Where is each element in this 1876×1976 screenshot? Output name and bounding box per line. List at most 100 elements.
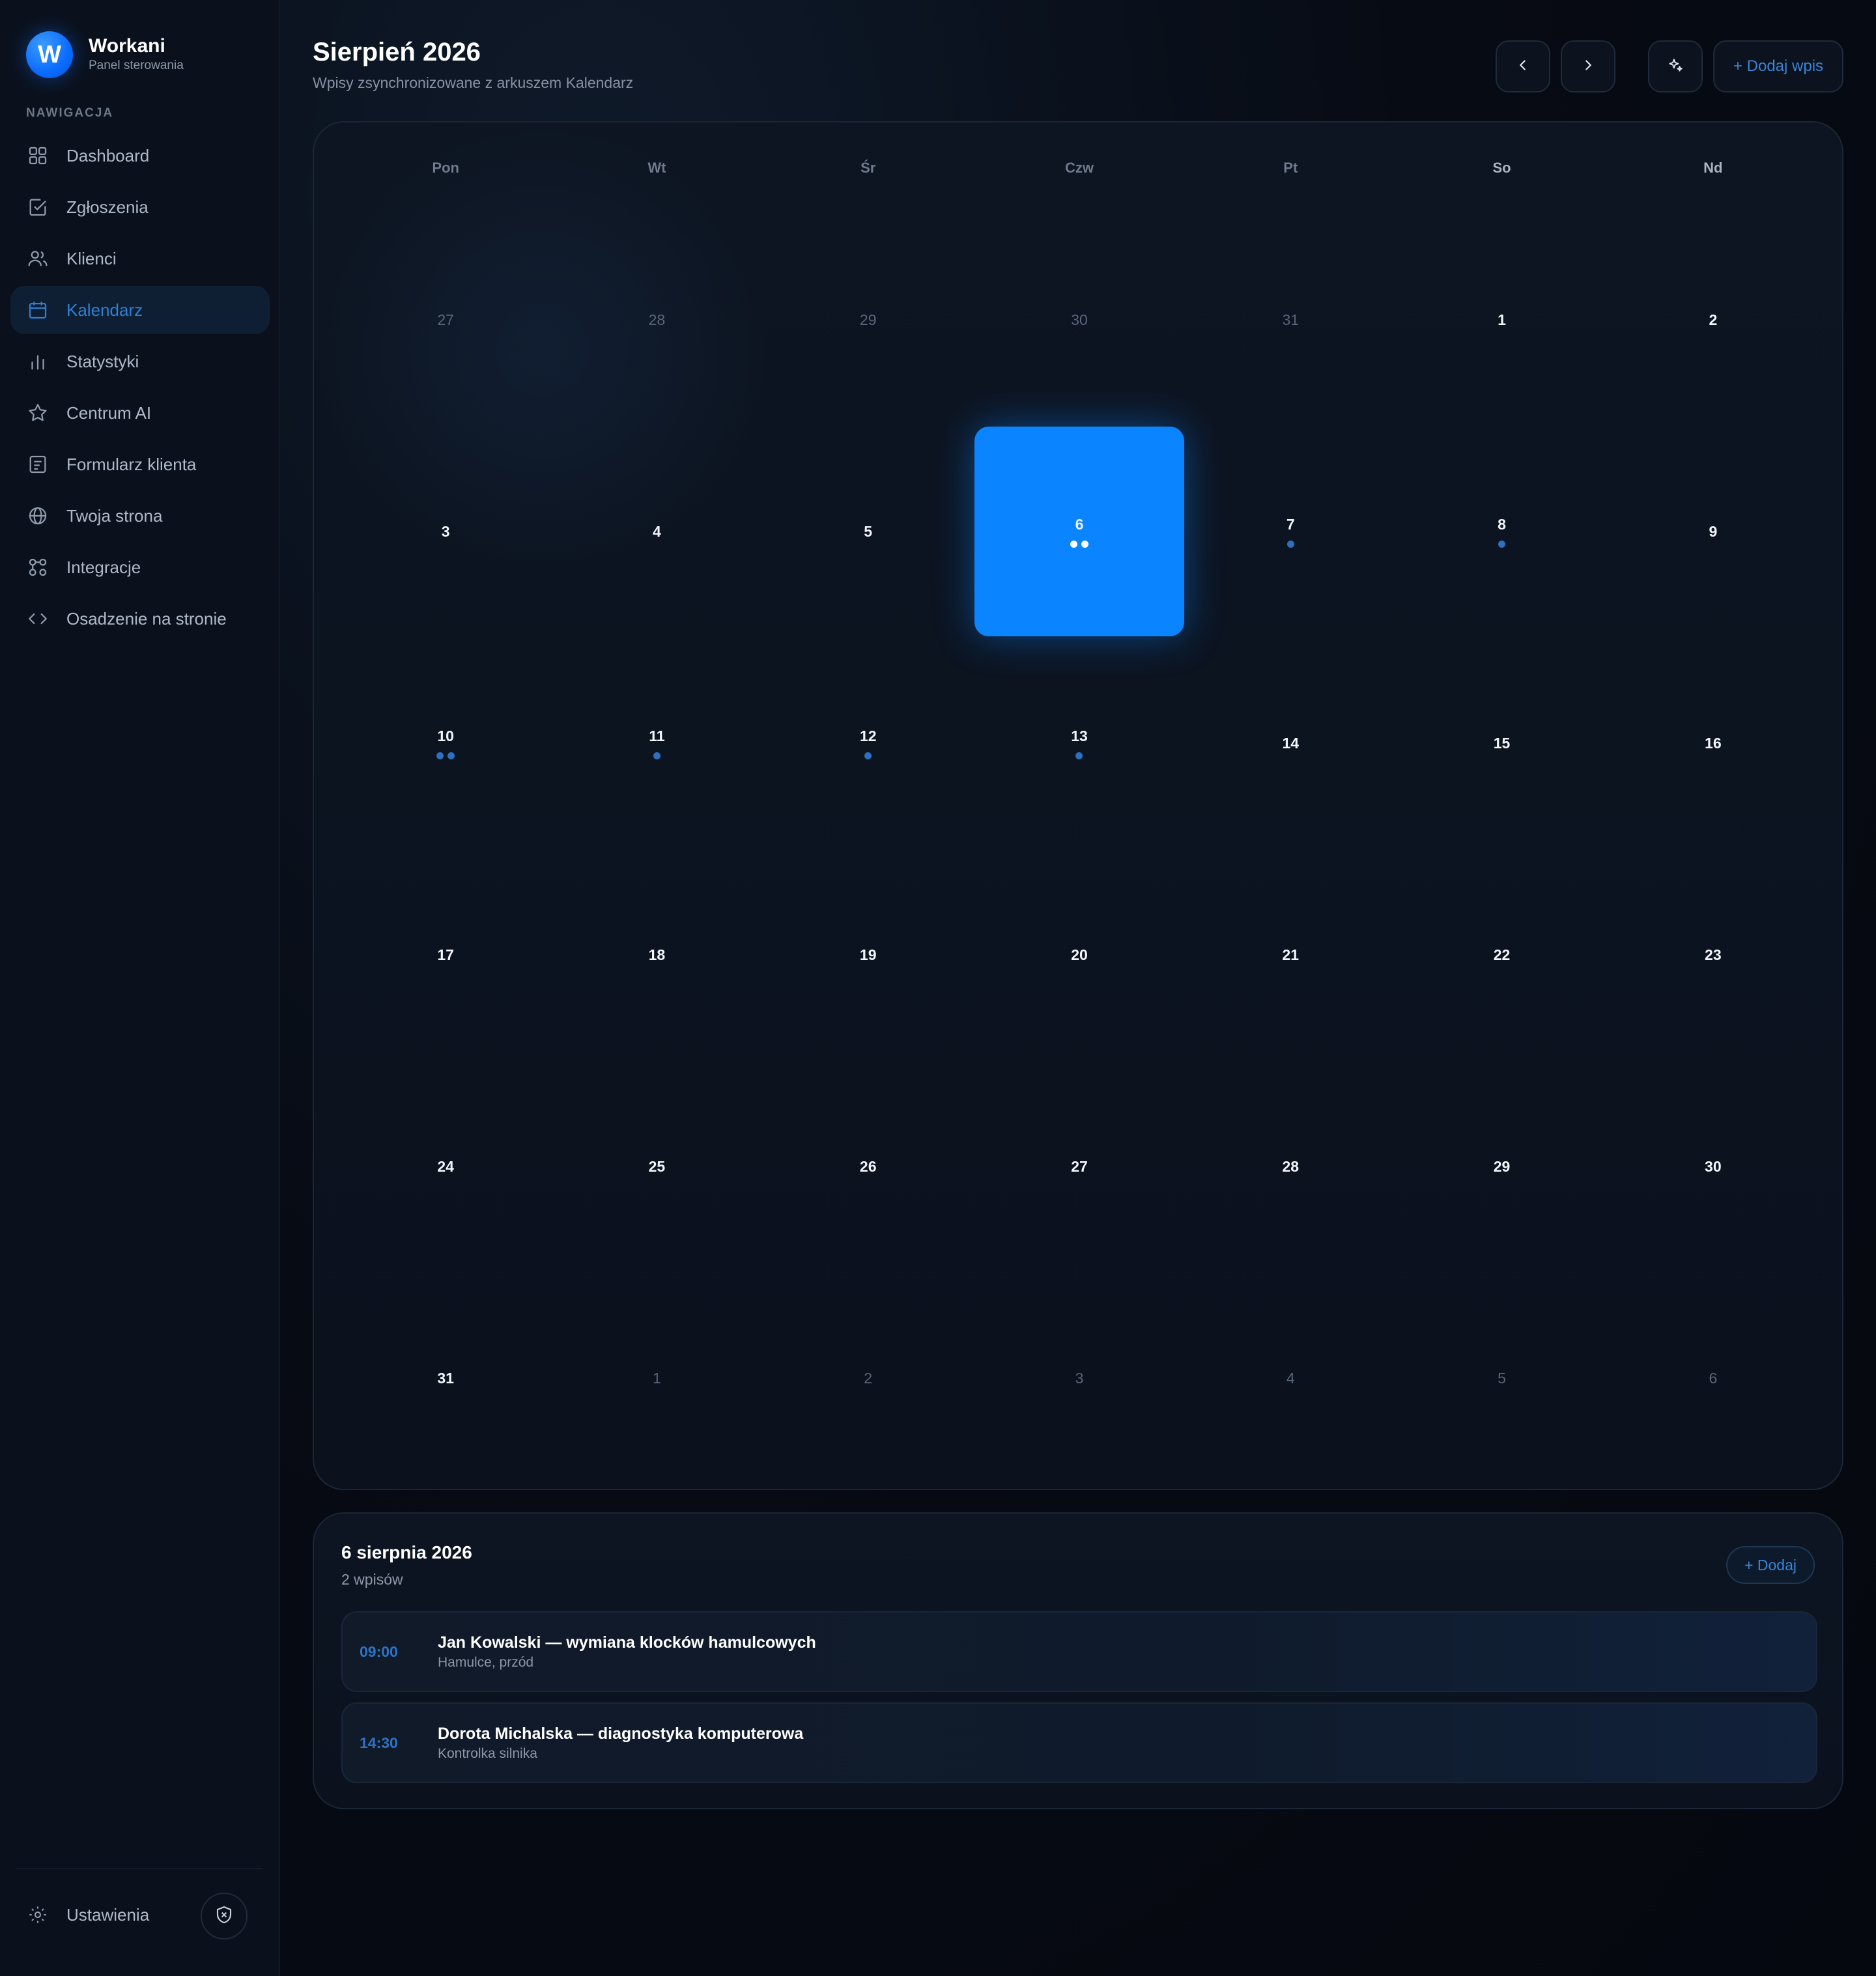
- calendar-day[interactable]: 9: [1608, 425, 1819, 637]
- calendar-day[interactable]: 13: [974, 637, 1185, 849]
- sidebar-item-osadzenie[interactable]: Osadzenie na stronie: [10, 595, 270, 643]
- sidebar-item-klienci[interactable]: Klienci: [10, 234, 270, 283]
- day-number: 29: [859, 311, 877, 328]
- calendar-day[interactable]: 23: [1608, 849, 1819, 1060]
- calendar-day[interactable]: 14: [1185, 637, 1396, 849]
- calendar-day[interactable]: 12: [763, 637, 974, 849]
- day-number: 23: [1705, 946, 1722, 963]
- day-number: 6: [1709, 1369, 1718, 1387]
- sidebar-item-statystyki[interactable]: Statystyki: [10, 337, 270, 386]
- calendar-day[interactable]: 5: [1396, 1272, 1607, 1484]
- calendar-day-selected[interactable]: 6: [974, 425, 1185, 637]
- calendar-day[interactable]: 27: [974, 1060, 1185, 1272]
- calendar-day[interactable]: 2: [763, 1272, 974, 1484]
- entry-count: 2 wpisów: [341, 1571, 403, 1588]
- sidebar-item-zgloszenia[interactable]: Zgłoszenia: [10, 183, 270, 231]
- brand-text: Workani Panel sterowania: [89, 35, 184, 74]
- sidebar-item-integracje[interactable]: Integracje: [10, 543, 270, 591]
- day-number: 27: [437, 311, 454, 328]
- calendar-day[interactable]: 5: [763, 425, 974, 637]
- calendar-day[interactable]: 25: [551, 1060, 762, 1272]
- calendar-day[interactable]: 31: [1185, 214, 1396, 425]
- sidebar-item-label: Statystyki: [66, 352, 139, 371]
- calendar-day[interactable]: 29: [1396, 1060, 1607, 1272]
- calendar-day[interactable]: 24: [340, 1060, 551, 1272]
- sidebar-item-label: Centrum AI: [66, 403, 152, 423]
- sidebar-nav: Dashboard Zgłoszenia Klienci Kalendarz S…: [10, 132, 270, 646]
- checkbox-icon: [26, 195, 50, 219]
- add-entry-day-button[interactable]: + Dodaj: [1726, 1546, 1815, 1584]
- day-detail-card: 6 sierpnia 2026 2 wpisów + Dodaj 09:00 J…: [313, 1512, 1843, 1809]
- day-number: 13: [1071, 727, 1088, 744]
- calendar-day[interactable]: 28: [1185, 1060, 1396, 1272]
- list-item[interactable]: 14:30 Dorota Michalska — diagnostyka kom…: [341, 1702, 1817, 1783]
- calendar-day[interactable]: 31: [340, 1272, 551, 1484]
- entry-title: Dorota Michalska — diagnostyka komputero…: [438, 1725, 804, 1743]
- brand[interactable]: W Workani Panel sterowania: [26, 31, 184, 78]
- sidebar-item-centrum-ai[interactable]: Centrum AI: [10, 389, 270, 437]
- day-number: 2: [864, 1369, 873, 1387]
- calendar-day[interactable]: 11: [551, 637, 762, 849]
- calendar-day[interactable]: 20: [974, 849, 1185, 1060]
- calendar-day[interactable]: 28: [551, 214, 762, 425]
- users-icon: [26, 247, 50, 270]
- calendar-day[interactable]: 30: [974, 214, 1185, 425]
- event-dots: [1498, 540, 1506, 548]
- add-entry-button[interactable]: + Dodaj wpis: [1713, 40, 1843, 92]
- event-dot: [448, 752, 455, 759]
- sidebar-item-label: Osadzenie na stronie: [66, 609, 227, 628]
- sidebar-item-twoja-strona[interactable]: Twoja strona: [10, 492, 270, 540]
- calendar-day[interactable]: 30: [1608, 1060, 1819, 1272]
- calendar-day[interactable]: 3: [974, 1272, 1185, 1484]
- day-number: 30: [1705, 1157, 1722, 1175]
- calendar-day[interactable]: 16: [1608, 637, 1819, 849]
- settings-button[interactable]: Ustawienia: [26, 1903, 149, 1927]
- calendar-day[interactable]: 8: [1396, 425, 1607, 637]
- calendar-day[interactable]: 27: [340, 214, 551, 425]
- sidebar-item-label: Formularz klienta: [66, 455, 197, 474]
- sidebar-item-kalendarz[interactable]: Kalendarz: [10, 286, 270, 334]
- chevron-left-icon: [1514, 57, 1531, 77]
- day-number: 4: [1286, 1369, 1295, 1387]
- sidebar-item-dashboard[interactable]: Dashboard: [10, 132, 270, 180]
- calendar-day[interactable]: 21: [1185, 849, 1396, 1060]
- calendar-day[interactable]: 4: [551, 425, 762, 637]
- event-dots: [1075, 752, 1083, 760]
- settings-label: Ustawienia: [66, 1905, 150, 1925]
- calendar-day[interactable]: 10: [340, 637, 551, 849]
- brand-subtitle: Panel sterowania: [89, 59, 184, 72]
- weekday-label: Śr: [860, 160, 876, 176]
- security-button[interactable]: [201, 1893, 248, 1940]
- calendar-day[interactable]: 26: [763, 1060, 974, 1272]
- list-item[interactable]: 09:00 Jan Kowalski — wymiana klocków ham…: [341, 1611, 1817, 1692]
- calendar-day[interactable]: 2: [1608, 214, 1819, 425]
- sidebar-item-formularz-klienta[interactable]: Formularz klienta: [10, 440, 270, 488]
- weekday-header: Pon Wt Śr Czw Pt So Nd: [340, 155, 1819, 181]
- calendar-day[interactable]: 17: [340, 849, 551, 1060]
- calendar-day[interactable]: 18: [551, 849, 762, 1060]
- calendar-day[interactable]: 4: [1185, 1272, 1396, 1484]
- calendar-day[interactable]: 15: [1396, 637, 1607, 849]
- main-content: Sierpień 2026 Wpisy zsynchronizowane z a…: [280, 0, 1876, 1976]
- brand-logo: W: [26, 31, 73, 78]
- calendar-day[interactable]: 19: [763, 849, 974, 1060]
- ai-assist-button[interactable]: [1648, 40, 1703, 92]
- calendar-day[interactable]: 22: [1396, 849, 1607, 1060]
- day-number: 26: [859, 1157, 877, 1175]
- weekday-label: So: [1492, 160, 1511, 176]
- page-subtitle: Wpisy zsynchronizowane z arkuszem Kalend…: [313, 74, 634, 91]
- calendar-day[interactable]: 6: [1608, 1272, 1819, 1484]
- sidebar-footer: Ustawienia: [16, 1868, 263, 1953]
- calendar-day[interactable]: 1: [1396, 214, 1607, 425]
- next-month-button[interactable]: [1561, 40, 1615, 92]
- day-number: 15: [1493, 734, 1511, 752]
- day-number: 16: [1705, 734, 1722, 752]
- prev-month-button[interactable]: [1496, 40, 1550, 92]
- toolbar: + Dodaj wpis: [1496, 40, 1843, 92]
- calendar-day[interactable]: 1: [551, 1272, 762, 1484]
- day-number: 5: [1498, 1369, 1506, 1387]
- calendar-day[interactable]: 3: [340, 425, 551, 637]
- calendar-day[interactable]: 29: [763, 214, 974, 425]
- event-dots: [1070, 540, 1088, 548]
- calendar-day[interactable]: 7: [1185, 425, 1396, 637]
